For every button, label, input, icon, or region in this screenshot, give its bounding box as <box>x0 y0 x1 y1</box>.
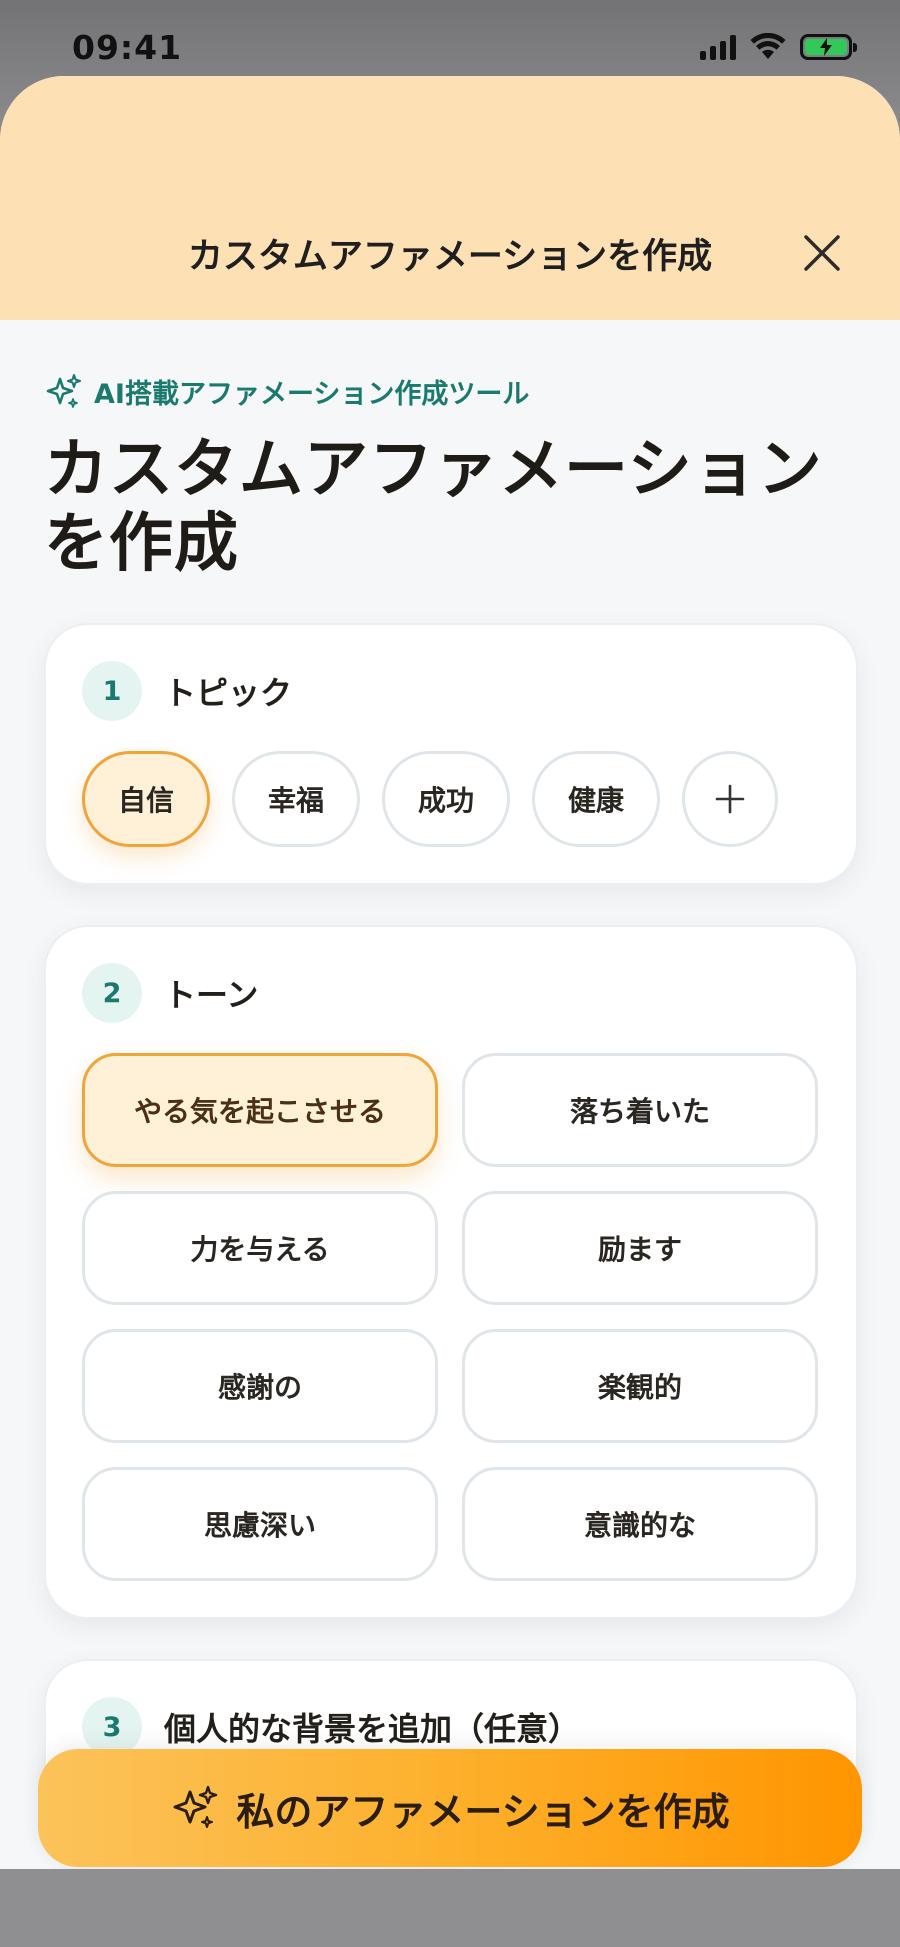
tone-option-encouraging[interactable]: 励ます <box>462 1191 818 1305</box>
topic-chip-health[interactable]: 健康 <box>532 751 660 847</box>
tone-option-motivating[interactable]: やる気を起こさせる <box>82 1053 438 1167</box>
topic-card-title: トピック <box>164 674 293 712</box>
create-affirmation-label: 私のアファメーションを作成 <box>236 1789 730 1834</box>
tone-card: 2 トーン やる気を起こさせる 落ち着いた 力を与える 励ます 感謝の 楽観的 … <box>44 925 858 1619</box>
signal-icon <box>700 34 736 60</box>
screen: 09:41 カスタムアファメーションを作成 AI搭載アファメーション作成ツール … <box>0 0 900 1947</box>
create-affirmation-button[interactable]: 私のアファメーションを作成 <box>38 1749 862 1867</box>
step-number-1: 1 <box>82 661 142 721</box>
topic-chips: 自信 幸福 成功 健康 <box>82 751 820 847</box>
context-card-header: 3 個人的な背景を追加（任意） <box>82 1697 820 1757</box>
ai-tag: AI搭載アファメーション作成ツール <box>44 372 856 411</box>
topic-chip-happiness[interactable]: 幸福 <box>232 751 360 847</box>
status-bar: 09:41 <box>0 0 900 76</box>
tone-option-calm[interactable]: 落ち着いた <box>462 1053 818 1167</box>
bottom-overlay <box>0 1869 900 1947</box>
wifi-icon <box>750 33 786 59</box>
tone-option-optimistic[interactable]: 楽観的 <box>462 1329 818 1443</box>
step-number-2: 2 <box>82 963 142 1023</box>
close-button[interactable] <box>800 231 844 275</box>
add-topic-button[interactable] <box>682 751 778 847</box>
topic-chip-confidence[interactable]: 自信 <box>82 751 210 847</box>
sparkles-icon <box>173 1785 218 1828</box>
content: AI搭載アファメーション作成ツール カスタムアファメーションを作成 1 トピック… <box>0 372 900 1859</box>
context-card-title: 個人的な背景を追加（任意） <box>164 1710 581 1748</box>
tone-card-title: トーン <box>164 976 259 1014</box>
step-number-3: 3 <box>82 1697 142 1757</box>
tone-option-mindful[interactable]: 意識的な <box>462 1467 818 1581</box>
sheet-header: カスタムアファメーションを作成 <box>0 76 900 320</box>
topic-card: 1 トピック 自信 幸福 成功 健康 <box>44 623 858 885</box>
tone-option-grateful[interactable]: 感謝の <box>82 1329 438 1443</box>
topic-card-header: 1 トピック <box>82 661 820 721</box>
sheet-title: カスタムアファメーションを作成 <box>187 237 713 277</box>
tone-option-empowering[interactable]: 力を与える <box>82 1191 438 1305</box>
status-time: 09:41 <box>72 27 183 67</box>
tone-card-header: 2 トーン <box>82 963 820 1023</box>
sparkles-icon <box>46 373 81 408</box>
close-icon <box>804 235 840 271</box>
plus-icon <box>715 784 745 814</box>
tone-options: やる気を起こさせる 落ち着いた 力を与える 励ます 感謝の 楽観的 思慮深い 意… <box>82 1053 820 1581</box>
page-title: カスタムアファメーションを作成 <box>44 433 823 581</box>
tone-option-thoughtful[interactable]: 思慮深い <box>82 1467 438 1581</box>
status-icons <box>700 33 857 61</box>
topic-chip-success[interactable]: 成功 <box>382 751 510 847</box>
bottom-sheet: カスタムアファメーションを作成 AI搭載アファメーション作成ツール カスタムアフ… <box>0 76 900 1869</box>
battery-charging-icon <box>800 34 857 60</box>
ai-tag-label: AI搭載アファメーション作成ツール <box>94 379 530 410</box>
